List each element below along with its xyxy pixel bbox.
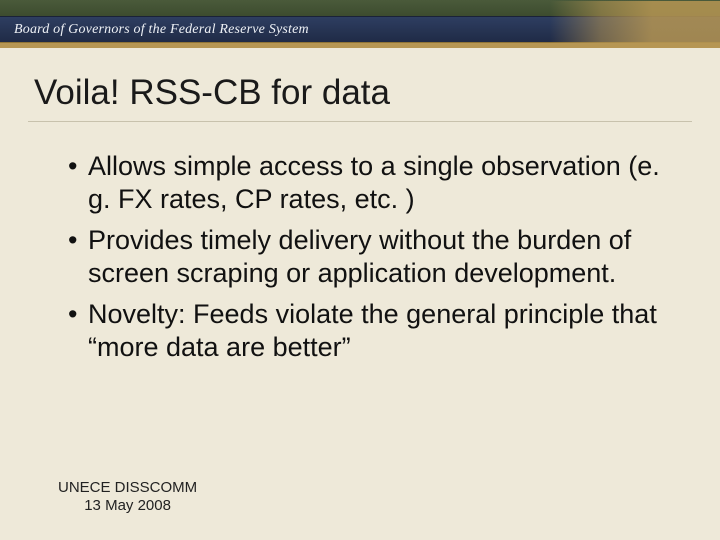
org-title: Board of Governors of the Federal Reserv… [0,17,720,38]
banner-top-stripe [0,0,720,16]
content-area: Voila! RSS-CB for data Allows simple acc… [0,65,720,370]
banner: Board of Governors of the Federal Reserv… [0,0,720,65]
slide: Board of Governors of the Federal Reserv… [0,0,720,540]
footer: UNECE DISSCOMM 13 May 2008 [58,479,197,517]
bullet-list: Allows simple access to a single observa… [28,150,692,370]
footer-line-2: 13 May 2008 [58,497,197,516]
banner-lower [0,48,720,65]
slide-title: Voila! RSS-CB for data [28,73,692,122]
footer-line-1: UNECE DISSCOMM [58,479,197,498]
bullet-item: Allows simple access to a single observa… [68,150,682,222]
bullet-item: Novelty: Feeds violate the general princ… [68,298,682,370]
bullet-item: Provides timely delivery without the bur… [68,224,682,296]
banner-title-bar: Board of Governors of the Federal Reserv… [0,16,720,44]
